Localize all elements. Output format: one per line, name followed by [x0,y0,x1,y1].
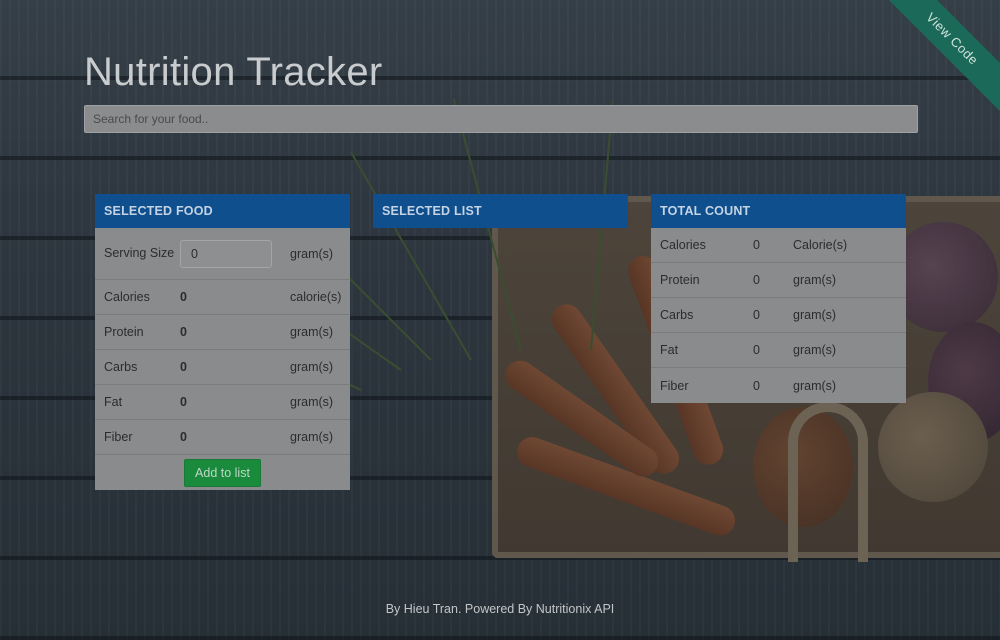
selected-list-header: SELECTED LIST [373,194,628,228]
total-count-panel: TOTAL COUNT Calories 0 Calorie(s) Protei… [651,194,906,403]
food-row-fat: Fat 0 gram(s) [95,385,350,420]
selected-food-panel: SELECTED FOOD Serving Size gram(s) Calor… [95,194,350,490]
total-row-unit: gram(s) [793,308,837,322]
food-row-value: 0 [180,360,187,374]
total-row-unit: gram(s) [793,378,837,393]
selected-food-header: SELECTED FOOD [95,194,350,228]
page-title: Nutrition Tracker [84,50,383,94]
total-row-carbs: Carbs 0 gram(s) [651,298,906,333]
food-row-unit: calorie(s) [290,290,342,304]
serving-size-input[interactable] [180,239,272,268]
food-row-value: 0 [180,290,187,304]
total-row-unit: gram(s) [793,343,837,357]
food-row-unit: gram(s) [290,325,334,339]
total-row-label: Carbs [660,308,694,322]
total-row-unit: gram(s) [793,273,837,287]
food-row-calories: Calories 0 calorie(s) [95,280,350,315]
total-row-protein: Protein 0 gram(s) [651,263,906,298]
food-row-unit: gram(s) [290,430,334,444]
total-row-value: 0 [753,273,760,287]
total-row-value: 0 [753,378,760,393]
food-row-label: Fiber [104,430,133,444]
food-row-unit: gram(s) [290,395,334,409]
food-row-value: 0 [180,325,187,339]
food-row-label: Calories [104,290,150,304]
serving-size-label: Serving Size [104,246,175,260]
footer-credit: By Hieu Tran. Powered By Nutritionix API [385,602,615,616]
food-row-value: 0 [180,430,187,444]
total-row-value: 0 [753,238,760,252]
add-to-list-button[interactable]: Add to list [184,458,261,487]
food-row-fiber: Fiber 0 gram(s) [95,420,350,455]
food-row-unit: gram(s) [290,360,334,374]
total-row-label: Calories [660,238,706,252]
total-row-value: 0 [753,308,760,322]
total-row-value: 0 [753,343,760,357]
selected-list-panel: SELECTED LIST [373,194,628,228]
total-row-label: Fat [660,343,679,357]
total-row-unit: Calorie(s) [793,238,848,252]
food-row-label: Fat [104,395,123,409]
total-row-fat: Fat 0 gram(s) [651,333,906,368]
total-row-fiber: Fiber 0 gram(s) [651,368,906,403]
serving-size-row: Serving Size gram(s) [95,228,350,280]
food-row-label: Protein [104,325,144,339]
food-row-protein: Protein 0 gram(s) [95,315,350,350]
total-count-header: TOTAL COUNT [651,194,906,228]
total-row-label: Fiber [660,378,689,393]
total-row-calories: Calories 0 Calorie(s) [651,228,906,263]
food-row-carbs: Carbs 0 gram(s) [95,350,350,385]
serving-size-unit: gram(s) [290,246,334,261]
total-row-label: Protein [660,273,700,287]
search-input[interactable] [84,105,918,133]
food-row-value: 0 [180,395,187,409]
food-row-label: Carbs [104,360,138,374]
add-button-row: Add to list [95,455,350,490]
